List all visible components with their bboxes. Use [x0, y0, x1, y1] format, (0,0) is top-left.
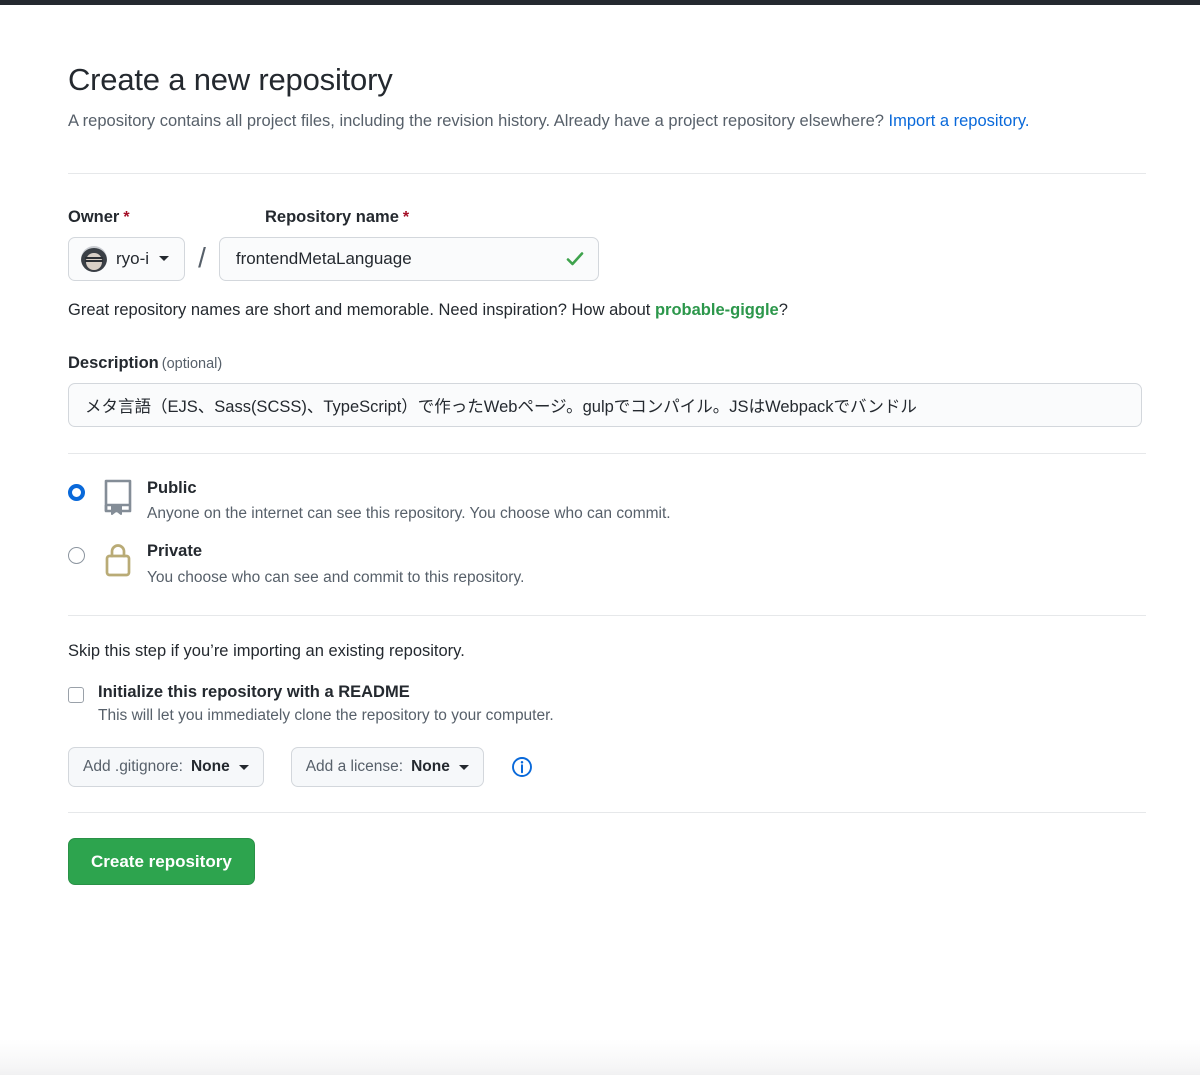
- divider-initialize: [68, 615, 1146, 617]
- visibility-private-description: You choose who can see and commit to thi…: [147, 568, 525, 586]
- divider-submit: [68, 812, 1146, 814]
- repo-name-label: Repository name: [265, 207, 399, 226]
- visibility-private-text: Private You choose who can see and commi…: [147, 539, 524, 590]
- gitignore-dropdown-button[interactable]: Add .gitignore: None: [68, 747, 264, 788]
- owner-name-inputs-row: ryo-i /: [68, 236, 1132, 281]
- visibility-option-public[interactable]: Public Anyone on the internet can see th…: [68, 476, 1132, 527]
- owner-label-wrap: Owner *: [68, 208, 265, 227]
- repository-name-input[interactable]: [218, 236, 599, 281]
- create-repository-button[interactable]: Create repository: [68, 838, 255, 886]
- readme-option-row[interactable]: Initialize this repository with a README…: [68, 683, 1132, 725]
- avatar: [81, 245, 107, 272]
- license-prefix-label: Add a license:: [305, 758, 404, 776]
- repo-name-hint: Great repository names are short and mem…: [68, 301, 1132, 320]
- description-block: Description (optional): [68, 354, 1142, 427]
- gitignore-prefix-label: Add .gitignore:: [83, 758, 183, 776]
- license-dropdown-button[interactable]: Add a license: None: [290, 747, 484, 788]
- chevron-down-icon: [238, 764, 249, 770]
- visibility-public-description: Anyone on the internet can see this repo…: [147, 505, 671, 523]
- repo-name-required-asterisk: *: [402, 208, 410, 226]
- owner-required-asterisk: *: [123, 208, 130, 226]
- owner-label: Owner: [68, 207, 120, 226]
- visibility-private-title: Private: [147, 541, 203, 560]
- info-icon[interactable]: [511, 756, 533, 778]
- description-label-line: Description (optional): [68, 354, 1132, 373]
- radio-private[interactable]: [68, 546, 85, 564]
- gitignore-value: None: [190, 758, 230, 776]
- page-intro: A repository contains all project files,…: [68, 108, 1068, 134]
- chevron-down-icon: [458, 764, 469, 770]
- suggested-name: probable-giggle: [654, 300, 779, 319]
- owner-and-name-block: Owner * Repository name * ryo-i / fronte…: [68, 208, 1132, 320]
- page-title: Create a new repository: [68, 62, 393, 97]
- skip-note: Skip this step if you’re importing an ex…: [68, 642, 465, 661]
- field-labels-row: Owner * Repository name *: [68, 208, 1132, 227]
- visibility-block: Public Anyone on the internet can see th…: [68, 476, 1132, 591]
- hint-before: Great repository names are short and mem…: [68, 300, 655, 319]
- path-separator: /: [198, 241, 206, 273]
- owner-name-label: ryo-i: [116, 248, 150, 268]
- intro-text: A repository contains all project files,…: [68, 112, 889, 131]
- owner-dropdown-button[interactable]: ryo-i: [68, 236, 186, 281]
- divider-visibility: [68, 452, 1146, 454]
- divider-top: [68, 172, 1146, 174]
- import-repository-link[interactable]: Import a repository.: [889, 112, 1030, 130]
- check-icon: [566, 251, 584, 265]
- create-repository-page: Create a new repository A repository con…: [0, 5, 1200, 1040]
- visibility-public-text: Public Anyone on the internet can see th…: [147, 476, 671, 527]
- description-input[interactable]: [68, 382, 1142, 427]
- readme-description: This will let you immediately clone the …: [98, 707, 554, 725]
- description-optional-label: (optional): [161, 355, 223, 372]
- chevron-down-icon: [159, 256, 170, 262]
- repo-book-icon: [102, 479, 135, 520]
- radio-public[interactable]: [68, 483, 85, 501]
- visibility-option-private[interactable]: Private You choose who can see and commi…: [68, 539, 1132, 590]
- page-bottom-fade: [0, 1020, 1200, 1075]
- lock-icon: [102, 542, 135, 583]
- hint-after: ?: [778, 300, 788, 319]
- initialize-block: Skip this step if you’re importing an ex…: [68, 642, 1132, 788]
- visibility-public-title: Public: [147, 478, 197, 497]
- license-value: None: [411, 758, 450, 776]
- repo-name-label-wrap: Repository name *: [265, 208, 409, 227]
- readme-text-wrap: Initialize this repository with a README…: [98, 683, 554, 725]
- template-dropdowns-row: Add .gitignore: None Add a license: None: [68, 747, 1132, 788]
- repo-name-input-wrap: [218, 236, 599, 281]
- readme-label: Initialize this repository with a README: [98, 683, 410, 702]
- description-label: Description: [68, 353, 159, 372]
- readme-checkbox[interactable]: [68, 687, 84, 704]
